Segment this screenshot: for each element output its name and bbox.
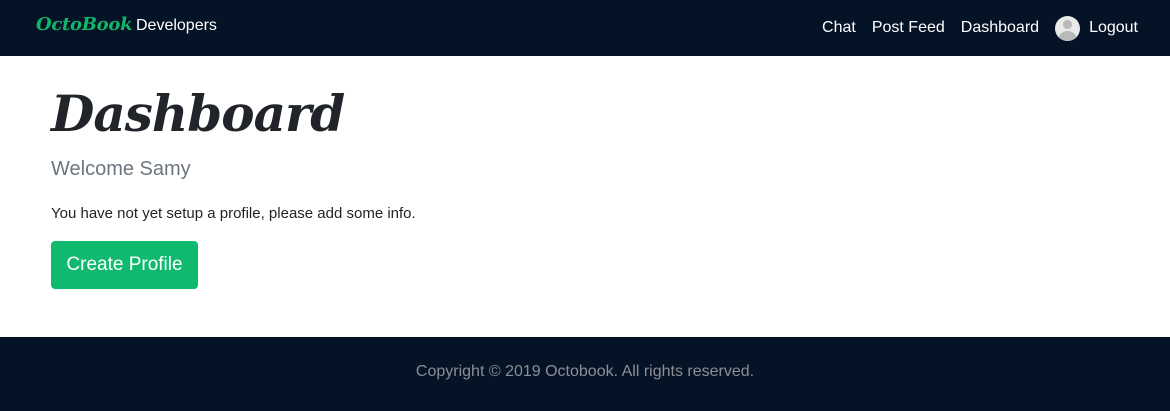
profile-info-text: You have not yet setup a profile, please… bbox=[51, 205, 416, 222]
logout-link[interactable]: Logout bbox=[1055, 15, 1138, 41]
nav-link-chat[interactable]: Chat bbox=[822, 19, 856, 37]
brand-logo[interactable]: OctoBook bbox=[36, 14, 133, 35]
nav-right-group: Chat Post Feed Dashboard Logout bbox=[822, 0, 1138, 56]
footer: Copyright © 2019 Octobook. All rights re… bbox=[0, 337, 1170, 411]
navbar: OctoBook Developers Chat Post Feed Dashb… bbox=[0, 0, 1170, 56]
logout-label: Logout bbox=[1089, 19, 1138, 36]
copyright-text: Copyright © 2019 Octobook. All rights re… bbox=[415, 363, 755, 380]
page-title: Dashboard bbox=[51, 84, 345, 143]
create-profile-button[interactable]: Create Profile bbox=[51, 241, 198, 289]
nav-link-dashboard[interactable]: Dashboard bbox=[961, 19, 1039, 37]
nav-link-post-feed[interactable]: Post Feed bbox=[872, 19, 945, 37]
user-avatar-icon bbox=[1055, 15, 1081, 41]
welcome-text: Welcome Samy bbox=[51, 158, 191, 180]
nav-link-developers[interactable]: Developers bbox=[136, 17, 217, 35]
